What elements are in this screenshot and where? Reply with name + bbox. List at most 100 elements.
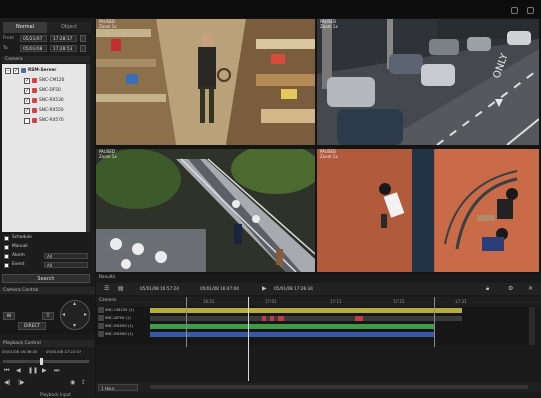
event-checkbox[interactable] — [4, 263, 9, 268]
track-checkbox[interactable] — [98, 331, 104, 337]
top-bar — [0, 0, 541, 18]
video-osd: PAUSED Zoom 1x — [320, 19, 338, 29]
track-label: SNC-DF50 (1) — [105, 315, 131, 320]
schedule-checkbox[interactable] — [4, 236, 9, 241]
video-osd: PAUSED Zoom 1x — [99, 19, 117, 29]
close-icon[interactable]: ✕ — [528, 286, 533, 292]
to-time-input[interactable]: 17:28:53 — [50, 45, 77, 52]
playback-start-time: 05/01/08 16:36:45 — [2, 349, 38, 354]
pan-right-icon[interactable]: ▸ — [84, 312, 87, 318]
timeline-cursor[interactable] — [248, 297, 249, 381]
export-icon[interactable]: ⇪ — [81, 380, 86, 386]
pause-icon[interactable]: ❚❚ — [28, 368, 38, 374]
from-time-input[interactable]: 17:28:17 — [50, 35, 77, 42]
camera-label[interactable]: SNC-CM120 — [39, 77, 64, 85]
play-icon[interactable]: ▶ — [262, 286, 267, 292]
escalator-scene — [96, 149, 315, 272]
direct-button[interactable]: DIRECT — [18, 322, 46, 330]
tab-normal[interactable]: Normal — [3, 22, 47, 33]
from-label: From — [3, 36, 15, 41]
zoom-wide-button[interactable]: W — [3, 312, 15, 320]
track-segment[interactable] — [278, 316, 284, 321]
tick-label: 17:01 — [265, 299, 277, 304]
track-bar[interactable] — [150, 308, 462, 313]
to-calendar-icon[interactable] — [80, 45, 86, 52]
playback-slider[interactable] — [3, 360, 89, 363]
timeline-hscrollbar[interactable] — [150, 385, 528, 389]
tilt-down-icon[interactable]: ▾ — [73, 323, 76, 329]
pan-left-icon[interactable]: ◂ — [62, 312, 65, 318]
overhead-scene — [317, 149, 539, 272]
tick-label: 17:31 — [455, 299, 467, 304]
alarm-checkbox[interactable] — [4, 254, 9, 259]
video-tile-street[interactable]: ONLY PAUSED Zoom 1x — [317, 19, 539, 145]
tilt-up-icon[interactable]: ▴ — [73, 301, 76, 307]
playback-end-time: 05/01/08 17:22:37 — [46, 349, 82, 354]
track-checkbox[interactable] — [98, 323, 104, 329]
camera-control-header: Camera Control — [0, 287, 95, 294]
video-tile-store[interactable]: PAUSED Zoom 1x — [96, 19, 315, 145]
tree-scrollbar[interactable] — [86, 64, 90, 232]
to-date-input[interactable]: 05/01/08 — [20, 45, 47, 52]
rewind-icon[interactable]: ◀ — [16, 368, 21, 374]
from-date-input[interactable]: 05/21/07 — [20, 35, 47, 42]
camera-checkbox[interactable]: ✓ — [24, 78, 30, 84]
zoom-select[interactable]: 1 Hour — [98, 384, 138, 391]
event-select[interactable]: All — [44, 262, 88, 268]
help-icon[interactable] — [511, 7, 518, 14]
video-tile-escalator[interactable]: PAUSED Zoom 1x — [96, 149, 315, 272]
track-bar[interactable] — [150, 332, 434, 337]
camera-icon — [32, 78, 37, 83]
video-osd: PAUSED Zoom 1x — [320, 149, 338, 159]
alarm-select[interactable]: All — [44, 253, 88, 259]
to-label: To — [3, 46, 8, 51]
camera-label[interactable]: SNC-RX570 — [39, 117, 64, 125]
camera-label[interactable]: SNC-RX530 — [39, 97, 64, 105]
camera-icon — [32, 118, 37, 123]
skip-back-icon[interactable]: ⏮ — [4, 368, 9, 374]
camera-checkbox[interactable]: ✓ — [24, 108, 30, 114]
manual-checkbox[interactable] — [4, 245, 9, 250]
frame-back-icon[interactable]: ◀| — [4, 380, 11, 386]
camera-checkbox[interactable]: ✓ — [24, 88, 30, 94]
camera-icon — [32, 98, 37, 103]
camera-checkbox[interactable] — [24, 118, 30, 124]
camera-icon — [32, 88, 37, 93]
camera-label[interactable]: SNC-RX550 — [39, 107, 64, 115]
track-segment[interactable] — [270, 316, 274, 321]
play-icon[interactable]: ▶ — [42, 368, 47, 374]
tick-label: 17:21 — [393, 299, 405, 304]
expand-icon[interactable] — [527, 7, 534, 14]
skip-forward-icon[interactable]: ⏭ — [54, 368, 59, 374]
track-segment[interactable] — [355, 316, 363, 321]
lock-icon[interactable]: 🔒︎ — [486, 286, 489, 292]
server-checkbox[interactable]: ✓ — [13, 68, 19, 74]
track-segment[interactable] — [262, 316, 266, 321]
track-bar[interactable] — [150, 324, 434, 329]
snapshot-icon[interactable]: ◉ — [70, 380, 75, 386]
camera-panel-header: Camera — [2, 56, 90, 63]
video-tile-overhead[interactable]: PAUSED Zoom 1x — [317, 149, 539, 272]
zoom-tele-button[interactable]: T — [42, 312, 54, 320]
tracks-scrollbar[interactable] — [529, 307, 535, 345]
range-end-marker[interactable] — [434, 297, 435, 347]
time-cursor: 05/01/08 16:47:04 — [200, 286, 239, 291]
track-label: SNC-CM120 (1) — [105, 307, 135, 312]
from-calendar-icon[interactable] — [80, 35, 86, 42]
tick-label: 17:11 — [330, 299, 342, 304]
playback-slider-handle[interactable] — [40, 358, 43, 365]
tick-label: 16:51 — [203, 299, 215, 304]
track-checkbox[interactable] — [98, 307, 104, 313]
camera-label[interactable]: SNC-DF50 — [39, 87, 61, 95]
expand-toggle-icon[interactable]: − — [5, 68, 11, 74]
list-view-icon[interactable]: ☰ — [104, 286, 109, 292]
manual-label: Manual — [12, 244, 28, 249]
settings-icon[interactable]: ⚙ — [508, 286, 513, 292]
search-button[interactable]: Search — [2, 274, 90, 283]
tab-object[interactable]: Object — [47, 22, 91, 33]
range-start-marker[interactable] — [186, 297, 187, 347]
timeline-view-icon[interactable]: ▤ — [118, 286, 124, 292]
frame-forward-icon[interactable]: |▶ — [18, 380, 25, 386]
track-checkbox[interactable] — [98, 315, 104, 321]
camera-checkbox[interactable]: ✓ — [24, 98, 30, 104]
